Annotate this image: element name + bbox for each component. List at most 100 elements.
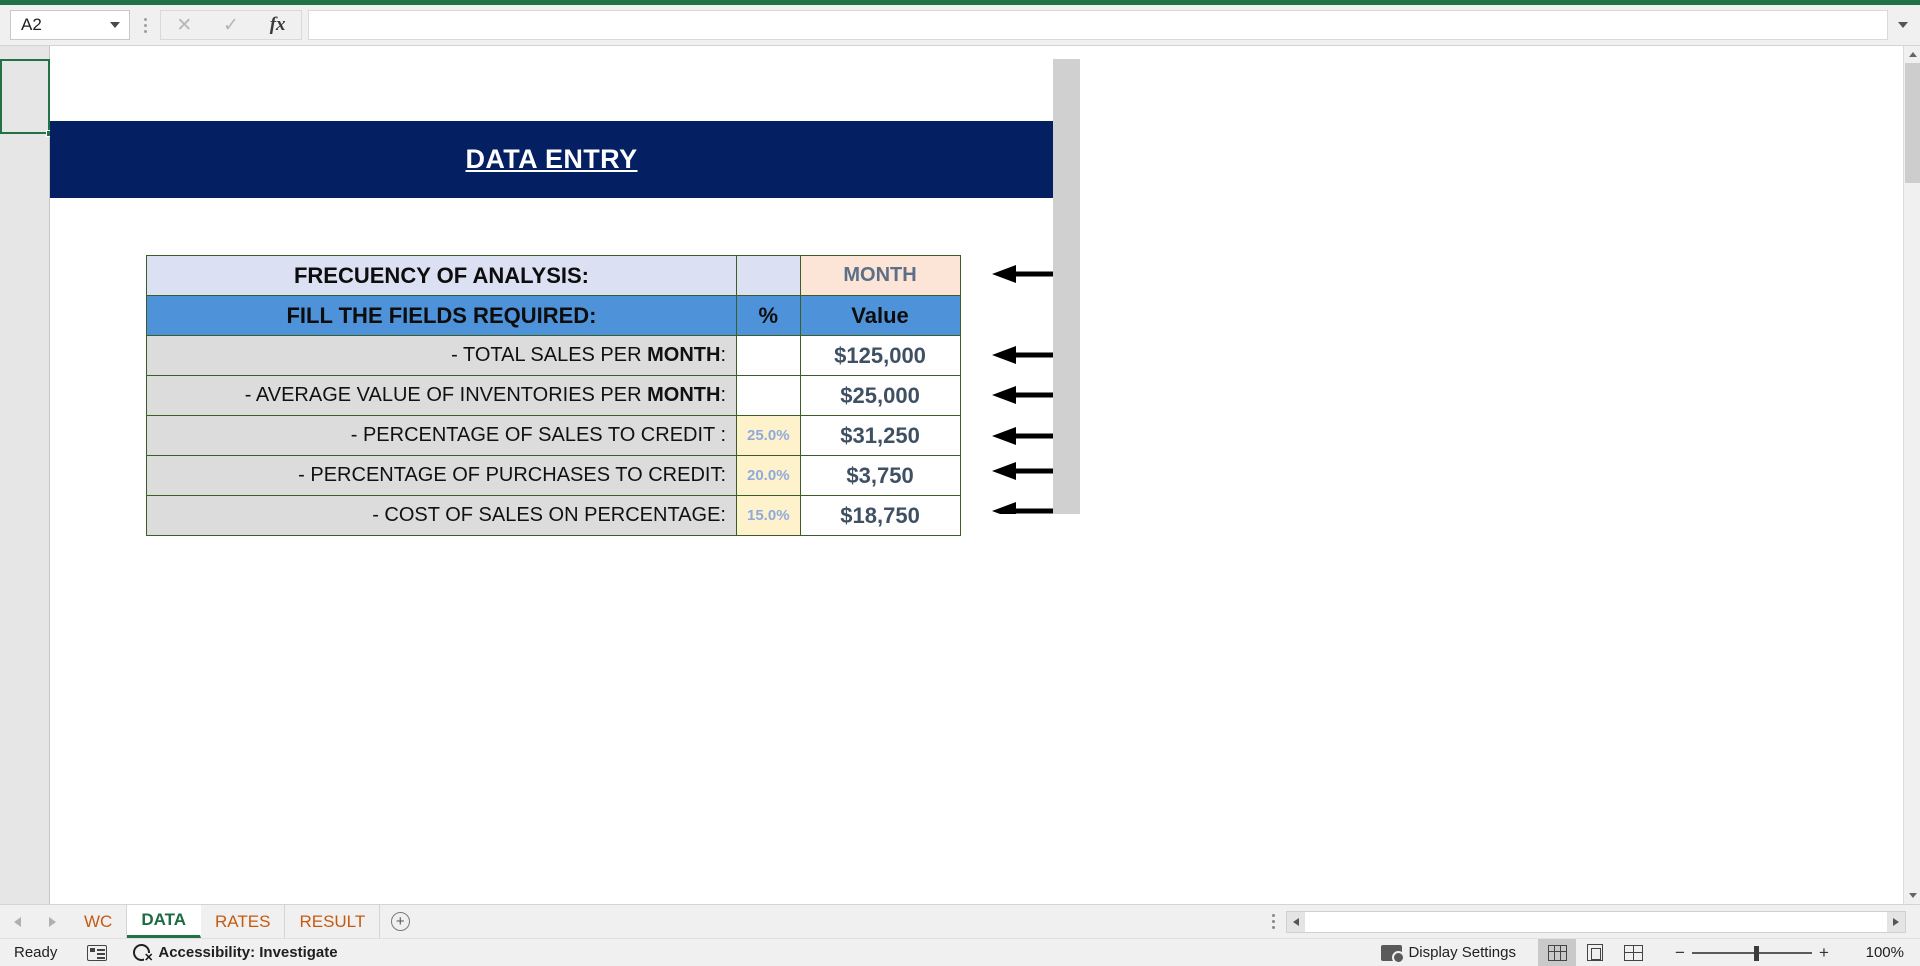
sheet-prev-button[interactable] — [6, 910, 30, 934]
insert-function-button[interactable]: fx — [256, 11, 300, 39]
scroll-left-button[interactable] — [1287, 912, 1305, 932]
horizontal-scrollbar[interactable] — [1286, 911, 1906, 933]
worksheet-area[interactable]: DATA ENTRY FRECUENCY OF ANALYSIS: MONTH … — [0, 46, 1920, 904]
sheet-next-button[interactable] — [41, 910, 65, 934]
chevron-down-icon[interactable] — [110, 22, 120, 28]
scroll-down-button[interactable] — [1904, 887, 1920, 904]
normal-view-button[interactable] — [1538, 938, 1576, 966]
zoom-level-label[interactable]: 100% — [1846, 944, 1904, 961]
data-entry-card: DATA ENTRY FRECUENCY OF ANALYSIS: MONTH … — [50, 59, 1053, 536]
row-label-prefix: - PERCENTAGE OF PURCHASES TO CREDIT: — [298, 464, 726, 486]
status-ready-label: Ready — [14, 944, 58, 961]
row-percent-cell[interactable]: 20.0% — [736, 455, 801, 496]
status-bar: Ready Accessibility: Investigate Display… — [0, 938, 1920, 966]
zoom-slider-track — [1692, 951, 1812, 954]
row-percent-cell[interactable]: 15.0% — [736, 495, 801, 536]
table-row: - PERCENTAGE OF PURCHASES TO CREDIT: 20.… — [146, 455, 961, 496]
page-break-button[interactable] — [1614, 939, 1652, 966]
display-settings-button[interactable]: Display Settings — [1381, 944, 1516, 964]
row-label-prefix: - TOTAL SALES PER — [451, 344, 648, 366]
data-entry-table: FRECUENCY OF ANALYSIS: MONTH FILL THE FI… — [146, 255, 961, 536]
print-area-shadow: DATA ENTRY FRECUENCY OF ANALYSIS: MONTH … — [50, 59, 1080, 536]
row-label-prefix: - AVERAGE VALUE OF INVENTORIES PER — [244, 384, 648, 406]
vertical-scrollbar-thumb[interactable] — [1905, 63, 1920, 183]
vertical-scrollbar[interactable] — [1903, 46, 1920, 904]
data-entry-banner: DATA ENTRY — [50, 121, 1053, 198]
row-percent-cell[interactable] — [736, 375, 801, 416]
header-percent: % — [736, 295, 801, 336]
sheet-tab-result[interactable]: RESULT — [285, 905, 381, 938]
accessibility-icon — [133, 944, 154, 964]
frequency-percent-cell[interactable] — [736, 255, 801, 296]
name-box[interactable]: A2 — [10, 10, 130, 40]
confirm-formula-button[interactable]: ✓ — [209, 11, 253, 39]
zoom-slider[interactable] — [1692, 939, 1812, 966]
plus-icon: + — [390, 912, 410, 931]
zoom-out-button[interactable]: − — [1668, 943, 1692, 963]
chevron-down-icon — [1898, 22, 1908, 28]
page-break-icon — [1623, 944, 1643, 961]
formula-bar: A2 ✕ ✓ fx — [0, 5, 1920, 46]
row-label: - PERCENTAGE OF PURCHASES TO CREDIT: — [146, 455, 737, 496]
row-value-cell[interactable]: $18,750 — [799, 495, 961, 536]
arrow-left-icon — [1293, 918, 1299, 926]
selected-cell-a2[interactable] — [0, 59, 50, 134]
row-percent-cell[interactable]: 25.0% — [736, 415, 801, 456]
scroll-right-button[interactable] — [1887, 912, 1905, 932]
sheet-tab-wc[interactable]: WC — [70, 905, 128, 938]
sheet-tab-rates[interactable]: RATES — [201, 905, 286, 938]
header-value: Value — [799, 295, 961, 336]
frequency-value-cell[interactable]: MONTH — [799, 255, 961, 296]
table-row: - AVERAGE VALUE OF INVENTORIES PER MONTH… — [146, 375, 961, 416]
formula-input[interactable] — [308, 10, 1888, 40]
row-value-cell[interactable]: $125,000 — [799, 335, 961, 376]
check-icon: ✓ — [223, 14, 239, 36]
page-layout-button[interactable] — [1576, 939, 1614, 966]
zoom-slider-thumb[interactable] — [1754, 945, 1759, 961]
header-label: FILL THE FIELDS REQUIRED: — [146, 295, 737, 336]
frequency-label: FRECUENCY OF ANALYSIS: — [146, 255, 737, 296]
row-label: - AVERAGE VALUE OF INVENTORIES PER MONTH… — [146, 375, 737, 416]
add-sheet-button[interactable]: + — [380, 905, 420, 938]
horizontal-scrollbar-track[interactable] — [1305, 912, 1887, 932]
table-header-row: FILL THE FIELDS REQUIRED: % Value — [146, 295, 961, 336]
tab-bar-spacer — [420, 905, 1260, 938]
page-title: DATA ENTRY — [465, 144, 638, 174]
arrow-left-icon — [14, 916, 21, 927]
table-row: - PERCENTAGE OF SALES TO CREDIT : 25.0% … — [146, 415, 961, 456]
row-label-prefix: - COST OF SALES ON PERCENTAGE: — [372, 504, 726, 526]
row-label-bold: MONTH — [647, 384, 721, 406]
zoom-in-button[interactable]: + — [1812, 943, 1836, 963]
sheet-tabs: WC DATA RATES RESULT — [70, 905, 381, 938]
formula-action-group: ✕ ✓ fx — [160, 10, 302, 40]
scroll-up-button[interactable] — [1904, 46, 1920, 63]
excel-window: A2 ✕ ✓ fx DATA ENTRY FRECUENCY OF ANALYS… — [0, 0, 1920, 966]
row-percent-cell[interactable] — [736, 335, 801, 376]
expand-formula-bar-button[interactable] — [1892, 14, 1914, 36]
status-bar-right: Display Settings − + 100% — [1381, 938, 1920, 966]
close-icon: ✕ — [176, 14, 193, 36]
fx-icon: fx — [269, 14, 286, 35]
tab-bar-handle[interactable] — [1260, 905, 1286, 938]
row-label: - COST OF SALES ON PERCENTAGE: — [146, 495, 737, 536]
record-macro-icon[interactable] — [87, 944, 108, 961]
cancel-formula-button[interactable]: ✕ — [162, 11, 206, 39]
row-value-cell[interactable]: $31,250 — [799, 415, 961, 456]
display-settings-label: Display Settings — [1408, 944, 1516, 961]
table-row: - TOTAL SALES PER MONTH: $125,000 — [146, 335, 961, 376]
normal-view-icon — [1547, 944, 1567, 961]
arrow-right-icon — [49, 916, 56, 927]
row-label: - TOTAL SALES PER MONTH: — [146, 335, 737, 376]
row-value-cell[interactable]: $25,000 — [799, 375, 961, 416]
formula-bar-handle[interactable] — [136, 10, 154, 40]
row-label: - PERCENTAGE OF SALES TO CREDIT : — [146, 415, 737, 456]
sheet-tab-bar: WC DATA RATES RESULT + — [0, 904, 1920, 938]
chevron-down-icon — [1908, 893, 1917, 898]
row-value-cell[interactable]: $3,750 — [799, 455, 961, 496]
table-row-frequency: FRECUENCY OF ANALYSIS: MONTH — [146, 255, 961, 296]
sheet-tab-data[interactable]: DATA — [127, 905, 202, 938]
chevron-up-icon — [1908, 52, 1917, 57]
accessibility-status[interactable]: Accessibility: Investigate — [133, 944, 338, 964]
table-row: - COST OF SALES ON PERCENTAGE: 15.0% $18… — [146, 495, 961, 536]
row-label-bold: MONTH — [647, 344, 721, 366]
